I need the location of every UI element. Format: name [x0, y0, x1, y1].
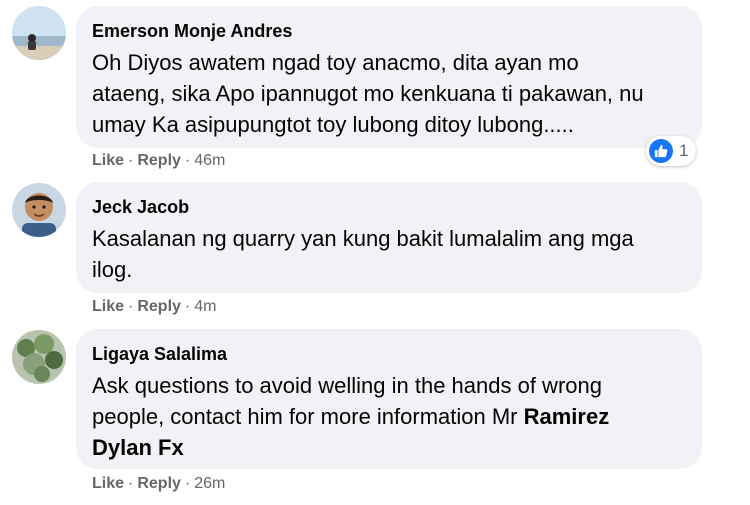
like-link[interactable]: Like — [92, 475, 124, 492]
avatar-photo-child — [12, 183, 66, 237]
reaction-summary[interactable]: 1 — [646, 136, 697, 166]
comment-bubble: Ligaya Salalima Ask questions to avoid w… — [76, 329, 702, 469]
like-link[interactable]: Like — [92, 152, 124, 169]
comment-bubble: Jeck Jacob Kasalanan ng quarry yan kung … — [76, 182, 702, 293]
comment-timestamp[interactable]: 4m — [194, 298, 216, 315]
reply-link[interactable]: Reply — [137, 298, 181, 315]
reply-link[interactable]: Reply — [137, 152, 181, 169]
comment-actions: Like · Reply · 4m — [92, 298, 216, 316]
separator: · — [184, 298, 191, 315]
like-icon — [649, 139, 673, 163]
mention-link[interactable]: Dylan Fx — [92, 432, 686, 463]
comment-timestamp[interactable]: 26m — [194, 475, 225, 492]
comment-text: Ask questions to avoid welling in the ha… — [92, 370, 686, 463]
comment-author[interactable]: Emerson Monje Andres — [92, 20, 686, 42]
comment-timestamp[interactable]: 46m — [194, 152, 225, 169]
comment-author[interactable]: Ligaya Salalima — [92, 343, 686, 365]
mention-link[interactable]: Ramirez — [524, 404, 610, 429]
separator: · — [184, 475, 191, 492]
avatar-photo-plants — [12, 330, 66, 384]
separator: · — [128, 298, 134, 315]
separator: · — [128, 475, 134, 492]
comment-text: Oh Diyos awatem ngad toy anacmo, dita ay… — [92, 50, 644, 137]
avatar[interactable] — [12, 183, 66, 237]
separator: · — [128, 152, 134, 169]
avatar[interactable] — [12, 330, 66, 384]
avatar[interactable] — [12, 6, 66, 60]
reaction-count: 1 — [679, 141, 689, 160]
comment-author[interactable]: Jeck Jacob — [92, 196, 686, 218]
like-link[interactable]: Like — [92, 298, 124, 315]
comment-actions: Like · Reply · 46m — [92, 152, 225, 170]
comment-bubble: Emerson Monje Andres Oh Diyos awatem nga… — [76, 6, 702, 148]
separator: · — [184, 152, 191, 169]
comment-actions: Like · Reply · 26m — [92, 475, 225, 493]
avatar-photo-beach — [12, 6, 66, 60]
reply-link[interactable]: Reply — [137, 475, 181, 492]
comment-text: Kasalanan ng quarry yan kung bakit lumal… — [92, 226, 634, 282]
